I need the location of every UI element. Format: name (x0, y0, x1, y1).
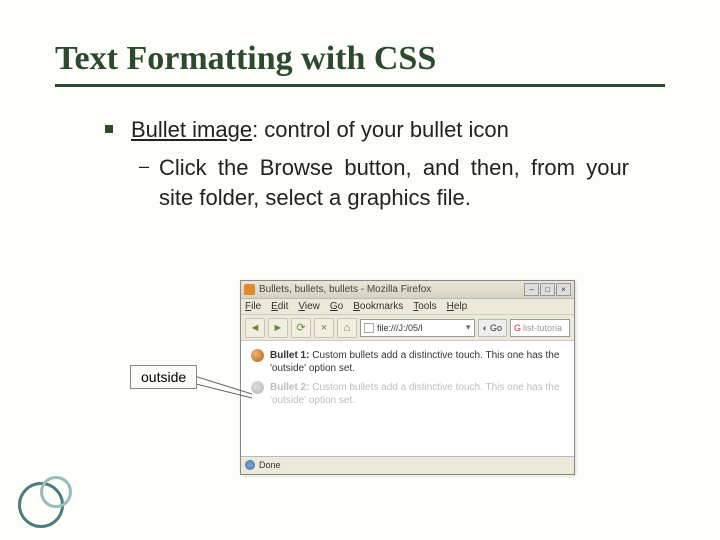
menu-bar: File Edit View Go Bookmarks Tools Help (241, 299, 574, 315)
list-item: Bullet 2: Custom bullets add a distincti… (251, 381, 564, 407)
list-item: Bullet 1: Custom bullets add a distincti… (251, 349, 564, 375)
callout-label: outside (130, 365, 197, 389)
dropdown-icon[interactable]: ▾ (466, 322, 471, 333)
slide-title: Text Formatting with CSS (55, 40, 665, 78)
address-bar[interactable]: file:///J:/05/l ▾ (360, 319, 475, 337)
bullet-desc: : control of your bullet icon (252, 117, 509, 142)
minimize-button[interactable]: – (524, 283, 539, 296)
back-button[interactable]: ◄ (245, 318, 265, 338)
search-box[interactable]: G list-tutoria (510, 319, 570, 337)
slide-corner-decoration (18, 476, 64, 522)
status-icon (245, 460, 255, 470)
menu-bookmarks[interactable]: Bookmarks (353, 301, 403, 312)
menu-tools[interactable]: Tools (413, 301, 436, 312)
page-viewport: Bullet 1: Custom bullets add a distincti… (241, 341, 574, 456)
close-button[interactable]: × (556, 283, 571, 296)
firefox-window: Bullets, bullets, bullets - Mozilla Fire… (240, 280, 575, 475)
go-icon: ◐ (483, 323, 488, 333)
window-titlebar: Bullets, bullets, bullets - Mozilla Fire… (241, 281, 574, 299)
sub-bullet-text: Click the Browse button, and then, from … (159, 153, 629, 215)
dash-icon: – (139, 156, 149, 177)
bullet-label: Bullet image (131, 117, 252, 142)
bullet-text: Bullet image: control of your bullet ico… (131, 115, 509, 145)
status-bar: Done (241, 456, 574, 472)
title-underline (55, 84, 665, 87)
callout-connector (188, 374, 258, 404)
bullet-level-1: Bullet image: control of your bullet ico… (105, 115, 665, 145)
custom-bullet-icon (251, 349, 264, 362)
firefox-icon (244, 284, 255, 295)
menu-view[interactable]: View (298, 301, 320, 312)
address-text: file:///J:/05/l (377, 323, 423, 333)
toolbar: ◄ ► ⟳ × ⌂ file:///J:/05/l ▾ ◐ Go G list-… (241, 315, 574, 341)
sub-bullet: – Click the Browse button, and then, fro… (105, 153, 665, 215)
stop-button[interactable]: × (314, 318, 334, 338)
forward-button[interactable]: ► (268, 318, 288, 338)
square-bullet-icon (105, 125, 113, 133)
go-label: Go (490, 323, 502, 333)
go-button[interactable]: ◐ Go (478, 319, 507, 337)
status-text: Done (259, 460, 281, 470)
list-item-text: Bullet 1: Custom bullets add a distincti… (270, 349, 564, 375)
slide-container: Text Formatting with CSS Bullet image: c… (0, 0, 720, 540)
content-area: Bullet image: control of your bullet ico… (55, 115, 665, 214)
reload-button[interactable]: ⟳ (291, 318, 311, 338)
menu-file[interactable]: File (245, 301, 261, 312)
page-icon (364, 323, 374, 333)
search-engine-icon: G (514, 323, 521, 333)
menu-edit[interactable]: Edit (271, 301, 288, 312)
menu-help[interactable]: Help (447, 301, 468, 312)
home-button[interactable]: ⌂ (337, 318, 357, 338)
menu-go[interactable]: Go (330, 301, 343, 312)
search-placeholder: list-tutoria (523, 323, 562, 333)
window-title: Bullets, bullets, bullets - Mozilla Fire… (259, 284, 523, 295)
maximize-button[interactable]: □ (540, 283, 555, 296)
list-item-text: Bullet 2: Custom bullets add a distincti… (270, 381, 564, 407)
